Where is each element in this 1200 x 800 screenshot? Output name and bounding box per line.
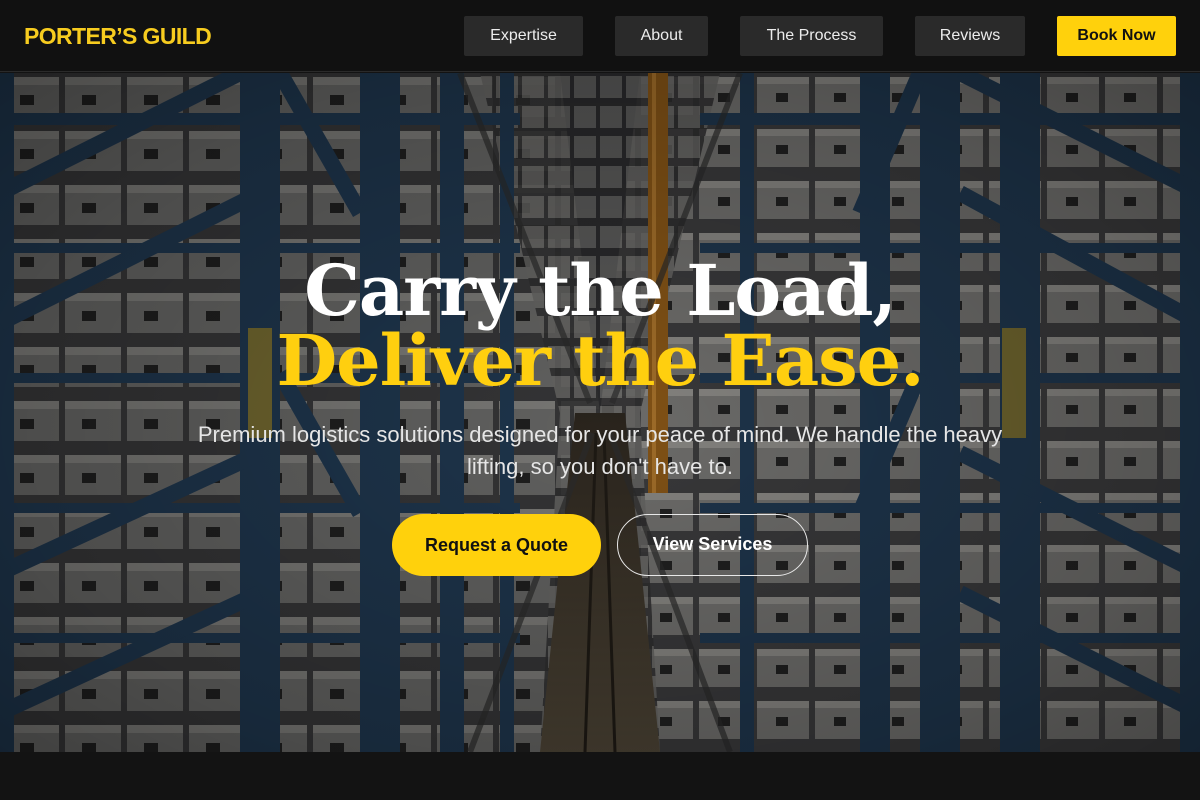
hero-section: Carry the Load, Deliver the Ease. Premiu…	[0, 73, 1200, 752]
nav-item-expertise[interactable]: Expertise	[464, 16, 583, 56]
request-quote-button[interactable]: Request a Quote	[392, 514, 601, 576]
next-section-top	[0, 752, 1200, 800]
hero-dark-overlay	[0, 73, 1200, 752]
nav-item-about[interactable]: About	[615, 16, 708, 56]
site-header: PORTER’S GUILD Expertise About The Proce…	[0, 0, 1200, 72]
nav-item-reviews[interactable]: Reviews	[915, 16, 1025, 56]
view-services-button[interactable]: View Services	[617, 514, 808, 576]
hero-subtext: Premium logistics solutions designed for…	[197, 422, 1003, 479]
hero-headline-line1: Carry the Load,	[304, 249, 897, 332]
hero-headline-line2: Deliver the Ease.	[276, 319, 924, 402]
book-now-button[interactable]: Book Now	[1057, 16, 1176, 56]
nav-item-the-process[interactable]: The Process	[740, 16, 883, 56]
brand-logo[interactable]: PORTER’S GUILD	[24, 22, 212, 50]
